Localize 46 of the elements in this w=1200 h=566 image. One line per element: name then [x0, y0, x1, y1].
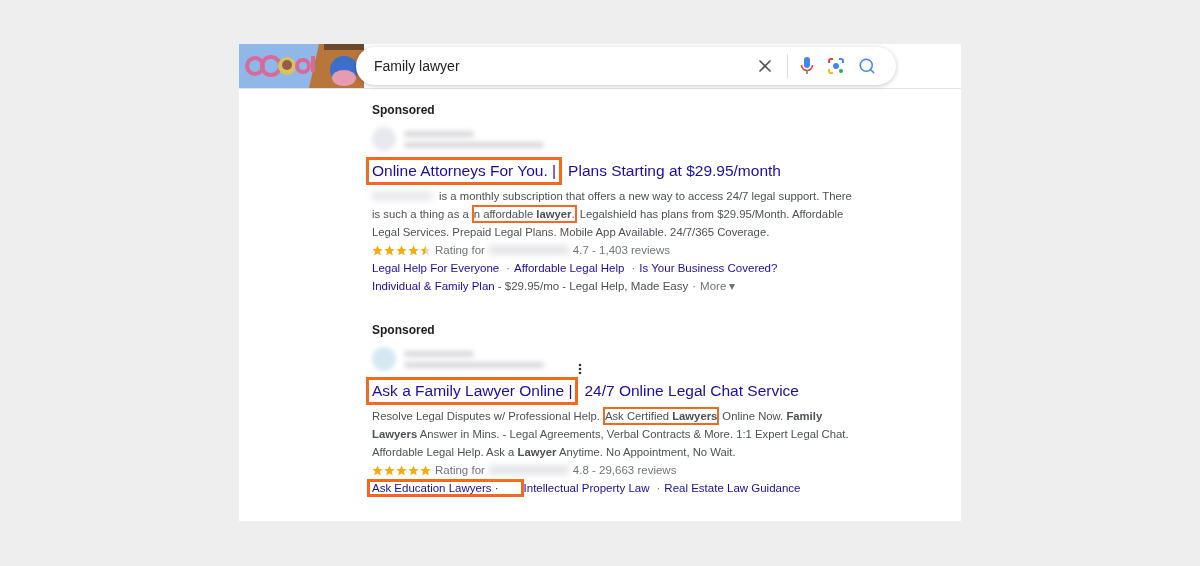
description-text: Lawyers Answer in Mins. - Legal Agreements, Verbal Contracts & More. 1:1 Expert Legal Chat.	[371, 427, 850, 442]
ad-title-link[interactable]: Plans Starting at $29.95/month	[562, 157, 787, 185]
rating-text: 4.7 - 1,403 reviews	[572, 244, 671, 256]
search-bar[interactable]: Family lawyer	[356, 47, 896, 85]
doodle-logo[interactable]	[239, 44, 364, 88]
blurred-avatar	[372, 347, 396, 371]
separator-text: ·	[506, 262, 511, 274]
sitelink[interactable]: Legal Help For Everyone	[367, 259, 503, 277]
sitelink[interactable]: Real Estate Law Guidance	[659, 479, 804, 497]
sponsored-label: Sponsored	[372, 323, 436, 337]
sitelink[interactable]: Affordable Legal Help	[509, 259, 628, 277]
rating-label: Rating for	[435, 464, 485, 476]
ad-title-link[interactable]: Ask a Family Lawyer Online |	[366, 377, 579, 405]
sponsored-label: Sponsored	[372, 103, 436, 117]
star-icon	[396, 244, 407, 256]
star-icon	[384, 244, 395, 256]
description-text: n affordable lawyer.	[471, 205, 577, 223]
description-text: Affordable Legal Help. Ask a Lawyer Anytime. No Appointment, No Wait.	[371, 445, 737, 460]
ad-title-link[interactable]: Online Attorneys For You. |	[366, 157, 563, 185]
star-icon	[420, 464, 431, 476]
more-link[interactable]: More ▾	[695, 276, 739, 296]
description-text: Ask Certified Lawyers	[602, 407, 720, 425]
description-text: is such a thing as a	[371, 207, 470, 222]
rating-text: 4.8 - 29,663 reviews	[572, 464, 677, 476]
star-icon	[384, 464, 395, 476]
star-icon	[372, 244, 383, 256]
rating-label: Rating for	[435, 244, 485, 256]
description-text: Resolve Legal Disputes w/ Professional Help.	[371, 409, 601, 424]
more-options-icon[interactable]	[578, 363, 582, 375]
search-field[interactable]: Family lawyer	[372, 57, 749, 75]
sitelink[interactable]: Is Your Business Covered?	[634, 259, 781, 277]
star-icon	[396, 464, 407, 476]
separator-text: ·	[631, 262, 636, 274]
separator-text: ·	[692, 280, 697, 292]
description-text: Online Now. Family	[721, 409, 824, 424]
description-text: Legal Services. Prepaid Legal Plans. Mobile App Available. 24/7/365 Coverage.	[371, 225, 771, 240]
sitelink[interactable]: Ask Education Lawyers ·	[367, 479, 524, 497]
sitelink-detail: - $29.95/mo - Legal Help, Made Easy	[497, 280, 689, 292]
sitelink[interactable]: Individual & Family Plan	[367, 277, 498, 295]
star-icon	[408, 464, 419, 476]
star-icon	[372, 464, 383, 476]
description-text: is a monthly subscription that offers a new way to access 24/7 legal support. There	[438, 189, 853, 204]
description-text: Legalshield has plans from $29.95/Month. Affordable	[578, 207, 845, 222]
star-icon	[408, 244, 419, 256]
separator-text: ·	[656, 482, 661, 494]
ad-title-link[interactable]: 24/7 Online Legal Chat Service	[578, 377, 805, 405]
